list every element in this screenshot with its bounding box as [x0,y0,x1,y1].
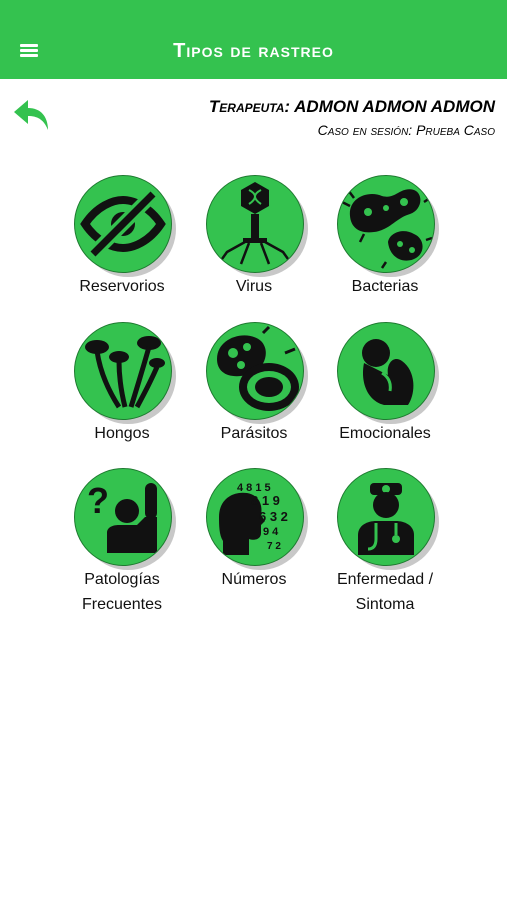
tile-label-line2: Sintoma [355,596,415,613]
app-bar: Tipos de rastreo [0,0,507,79]
tile-label-line1: Enfermedad / [336,571,434,588]
svg-text:6 3 2: 6 3 2 [259,509,288,524]
parasite-cell-icon [217,325,299,411]
svg-text:?: ? [87,480,109,521]
svg-text:7 2: 7 2 [267,541,281,552]
therapist-name: ADMON ADMON ADMON [294,97,495,116]
tile-hongos[interactable]: Hongos [57,322,187,472]
tile-label-line2: Frecuentes [81,596,163,613]
case-line: Caso en sesión: Prueba Caso [209,122,495,138]
case-label: Caso en sesión: [317,122,413,138]
tile-bacterias[interactable]: Bacterias [320,175,450,325]
tile-label: Emocionales [339,425,431,442]
numbers-head-icon: 4 8 1 5 8 1 9 6 3 2 9 4 7 2 [219,482,288,555]
mushroom-icon [85,336,165,409]
hidden-eye-icon [80,189,166,259]
question-person-icon: ? [87,480,157,553]
page-title: Tipos de rastreo [173,40,334,62]
tile-enfermedad-sintoma[interactable]: Enfermedad / Sintoma [320,468,450,618]
case-name: Prueba Caso [416,122,495,138]
sad-person-icon [362,339,414,405]
therapist-label: Terapeuta: [208,97,291,116]
tile-label: Enfermedad / Sintoma [300,567,470,617]
tile-parasitos[interactable]: Parásitos [189,322,319,472]
tile-reservorios[interactable]: Reservorios [57,175,187,325]
virus-icon [215,182,295,267]
back-arrow-icon[interactable] [12,98,54,134]
tile-label: Bacterias [351,278,419,295]
doctor-icon [358,483,414,555]
svg-text:8 1 9: 8 1 9 [251,493,280,508]
therapist-line: Terapeuta: ADMON ADMON ADMON [209,97,495,117]
tile-patologias-frecuentes[interactable]: ? Patologías Frecuentes [57,468,187,618]
svg-text:9 4: 9 4 [263,526,279,538]
tile-emocionales[interactable]: Emocionales [320,322,450,472]
bacteria-icon [341,189,433,269]
session-info: Terapeuta: ADMON ADMON ADMON Caso en ses… [209,97,495,138]
tile-virus[interactable]: Virus [189,175,319,325]
